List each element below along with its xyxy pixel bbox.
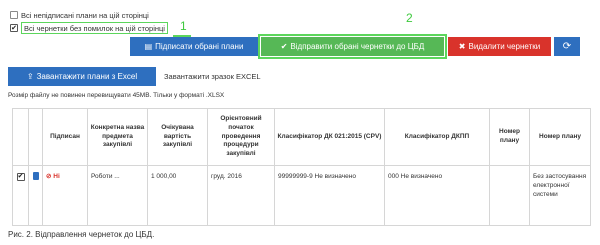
- select-drafts-row[interactable]: ✔ Всі чернетки без помилок на цій сторін…: [10, 22, 168, 34]
- upload-excel-label: Завантажити плани з Excel: [36, 72, 138, 81]
- document-icon: ▤: [144, 42, 153, 51]
- row-select-cell[interactable]: ✔: [12, 165, 29, 226]
- row-amount-cell: 1 000,00: [147, 165, 208, 226]
- document-icon[interactable]: [32, 172, 39, 180]
- row-plan-number-2-cell: Без застосування електронної системи: [529, 165, 591, 226]
- upload-icon: ⇪: [26, 72, 34, 81]
- select-drafts-highlight: Всі чернетки без помилок на цій сторінці: [21, 22, 168, 34]
- row-plan-number-cell: [489, 165, 530, 226]
- refresh-icon: ⟳: [562, 41, 572, 52]
- row-start-cell: груд. 2016: [207, 165, 275, 226]
- close-icon: ✖: [458, 42, 466, 51]
- table-row[interactable]: ✔ ⊘ Ні Роботи ... 1 000,00 груд. 2016 99…: [12, 165, 591, 226]
- select-drafts-checkbox[interactable]: ✔: [10, 24, 18, 32]
- row-doc-cell[interactable]: [28, 165, 43, 226]
- upload-excel-button[interactable]: ⇪ Завантажити плани з Excel: [8, 67, 156, 86]
- header-doc: [28, 108, 43, 166]
- annotation-1: 1: [180, 19, 187, 33]
- header-select: [12, 108, 29, 166]
- upload-size-note: Розмір файлу не повинен перевищувати 45М…: [8, 92, 225, 99]
- plans-table: Підписан Конкретна назва предмета закупі…: [12, 108, 591, 226]
- sign-selected-button[interactable]: ▤ Підписати обрані плани: [130, 37, 258, 56]
- select-unsigned-checkbox[interactable]: [10, 11, 18, 19]
- row-checkbox[interactable]: ✔: [16, 172, 25, 181]
- row-signed-value: Ні: [53, 173, 60, 180]
- delete-drafts-label: Видалити чернетки: [468, 42, 541, 51]
- refresh-button[interactable]: ⟳: [554, 37, 580, 56]
- send-drafts-highlight: [258, 34, 447, 59]
- delete-drafts-button[interactable]: ✖ Видалити чернетки: [448, 37, 551, 56]
- select-unsigned-row[interactable]: Всі непідписані плани на цій сторінці: [10, 9, 149, 21]
- select-unsigned-label: Всі непідписані плани на цій сторінці: [21, 10, 149, 20]
- header-amount[interactable]: Очікувана вартість закупівлі: [147, 108, 208, 166]
- header-start[interactable]: Орієнтовний початок проведення процедури…: [207, 108, 275, 166]
- header-cpv[interactable]: Класифікатор ДК 021:2015 (CPV): [274, 108, 385, 166]
- row-dkpp-cell: 000 Не визначено: [384, 165, 490, 226]
- row-signed-cell: ⊘ Ні: [42, 165, 88, 226]
- header-plan-number[interactable]: Номер плану: [489, 108, 530, 166]
- row-name-cell: Роботи ...: [87, 165, 148, 226]
- sign-selected-label: Підписати обрані плани: [155, 42, 244, 51]
- annotation-2: 2: [406, 11, 413, 25]
- select-drafts-label: Всі чернетки без помилок на цій сторінці: [24, 23, 165, 33]
- row-cpv-cell: 99999999-9 Не визначено: [274, 165, 385, 226]
- figure-caption: Рис. 2. Відправлення чернеток до ЦБД.: [8, 230, 155, 239]
- header-name[interactable]: Конкретна назва предмета закупівлі: [87, 108, 148, 166]
- header-signed[interactable]: Підписан: [42, 108, 88, 166]
- not-signed-icon: ⊘: [46, 173, 52, 180]
- table-header-row: Підписан Конкретна назва предмета закупі…: [12, 108, 591, 166]
- header-plan-number-2[interactable]: Номер плану: [529, 108, 591, 166]
- header-dkpp[interactable]: Класифікатор ДКПП: [384, 108, 490, 166]
- download-sample-link[interactable]: Завантажити зразок EXCEL: [164, 72, 261, 81]
